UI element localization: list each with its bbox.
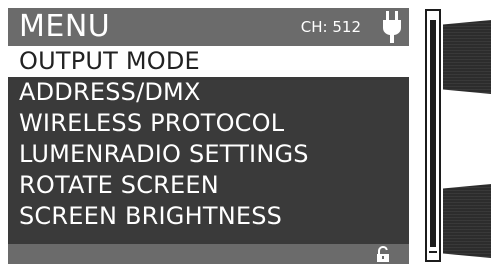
scrollbar[interactable] xyxy=(425,9,441,262)
status-footer xyxy=(8,244,409,264)
menu-item-wireless-protocol[interactable]: WIRELESS PROTOCOL xyxy=(8,108,409,139)
menu-list: OUTPUT MODE ADDRESS/DMX WIRELESS PROTOCO… xyxy=(8,46,409,232)
menu-header: MENU CH: 512 xyxy=(8,8,409,46)
menu-item-lumenradio-settings[interactable]: LUMENRADIO SETTINGS xyxy=(8,139,409,170)
plug-icon xyxy=(383,11,401,43)
side-panel-bottom xyxy=(443,184,491,258)
menu-item-address-dmx[interactable]: ADDRESS/DMX xyxy=(8,77,409,108)
menu-item-output-mode[interactable]: OUTPUT MODE xyxy=(8,46,409,77)
page-title: MENU xyxy=(19,9,111,44)
menu-item-screen-brightness[interactable]: SCREEN BRIGHTNESS xyxy=(8,201,409,232)
side-panel-top xyxy=(443,20,491,94)
scrollbar-end-cap xyxy=(429,251,437,258)
device-screen: MENU CH: 512 OUTPUT MODE ADDRESS/DMX WIR… xyxy=(8,8,409,264)
channel-indicator: CH: 512 xyxy=(300,18,361,36)
scrollbar-track[interactable] xyxy=(430,20,436,247)
menu-item-rotate-screen[interactable]: ROTATE SCREEN xyxy=(8,170,409,201)
unlocked-padlock-icon xyxy=(377,246,389,262)
